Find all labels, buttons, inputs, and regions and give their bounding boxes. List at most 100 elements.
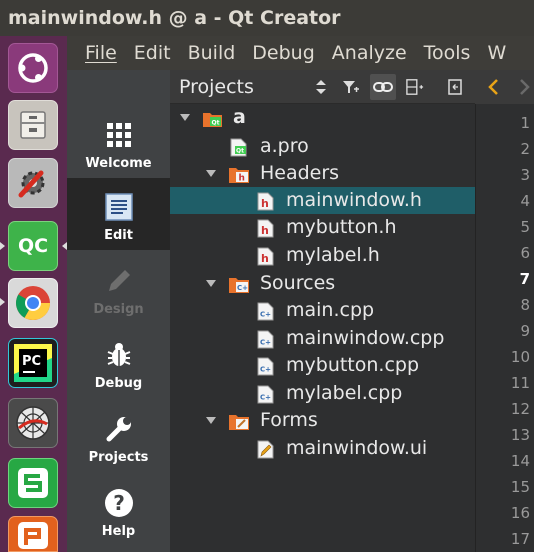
tree-item-file[interactable]: C+ mybutton.cpp xyxy=(170,352,475,379)
chrome-icon[interactable] xyxy=(8,278,58,328)
menu-analyze[interactable]: Analyze xyxy=(332,36,407,70)
sources-folder-icon: C+ xyxy=(229,278,249,293)
line-number: 16 xyxy=(510,504,530,522)
tree-folder-forms[interactable]: Forms xyxy=(170,407,475,434)
header-file-icon: h xyxy=(257,219,274,238)
line-number-current: 7 xyxy=(519,270,530,288)
tree-item-label: a.pro xyxy=(260,135,309,157)
expand-arrow-icon[interactable] xyxy=(206,280,216,287)
window-title-bar[interactable]: mainwindow.h @ a - Qt Creator xyxy=(0,0,534,36)
tree-item-file[interactable]: C+ main.cpp xyxy=(170,297,475,324)
header-file-icon: h xyxy=(257,247,274,266)
project-tree: Qt a Qt a.pro h Headers h mainwindow.h h… xyxy=(170,104,475,552)
editor-toolbar xyxy=(475,70,534,104)
grid-icon xyxy=(104,120,134,150)
line-number: 17 xyxy=(510,530,530,548)
svg-text:C+: C+ xyxy=(237,284,248,292)
document-icon xyxy=(104,192,134,222)
svg-text:Qt: Qt xyxy=(212,120,220,127)
mode-welcome[interactable]: Welcome xyxy=(67,106,170,178)
svg-text:h: h xyxy=(239,174,245,184)
tree-item-file[interactable]: h mybutton.h xyxy=(170,214,475,241)
tree-item-file[interactable]: Qt a.pro xyxy=(170,133,475,160)
menu-window[interactable]: W xyxy=(487,36,506,70)
system-settings-icon[interactable] xyxy=(8,158,58,208)
mode-label: Design xyxy=(93,302,144,317)
mode-label: Edit xyxy=(104,228,133,243)
svg-text:h: h xyxy=(261,252,269,265)
file-cabinet-icon[interactable] xyxy=(8,100,58,150)
line-number: 14 xyxy=(510,452,530,470)
pencil-icon xyxy=(104,266,134,296)
line-number: 15 xyxy=(510,478,530,496)
line-number: 12 xyxy=(510,400,530,418)
tree-item-label: mylabel.cpp xyxy=(286,382,403,404)
mode-label: Projects xyxy=(88,450,149,465)
forms-folder-icon xyxy=(229,415,249,430)
wps-presentation-icon[interactable] xyxy=(8,516,58,552)
ubuntu-dash-icon[interactable] xyxy=(8,43,58,93)
svg-text:C+: C+ xyxy=(260,311,271,319)
menu-build[interactable]: Build xyxy=(188,36,236,70)
running-indicator xyxy=(0,242,5,250)
tree-item-file-selected[interactable]: h mainwindow.h xyxy=(170,187,475,214)
svg-text:PC: PC xyxy=(22,354,41,369)
cpp-file-icon: C+ xyxy=(257,330,274,349)
header-file-icon: h xyxy=(257,192,274,211)
expand-arrow-icon[interactable] xyxy=(180,114,190,121)
forward-arrow-icon[interactable] xyxy=(519,79,531,99)
mode-label: Help xyxy=(101,524,136,539)
ui-file-icon xyxy=(257,440,274,459)
line-number: 2 xyxy=(520,140,530,158)
cpp-file-icon: C+ xyxy=(257,357,274,376)
cpp-file-icon: C+ xyxy=(257,302,274,321)
svg-text:h: h xyxy=(261,197,269,210)
tree-folder-headers[interactable]: h Headers xyxy=(170,160,475,187)
filter-icon[interactable] xyxy=(342,78,360,96)
line-number: 13 xyxy=(510,426,530,444)
mode-label: Welcome xyxy=(85,156,152,171)
projects-view-selector[interactable]: Projects xyxy=(179,70,254,104)
line-number: 3 xyxy=(520,166,530,184)
mode-debug[interactable]: Debug xyxy=(67,326,170,398)
running-indicator xyxy=(0,298,5,306)
close-panel-icon[interactable] xyxy=(446,78,464,96)
mode-projects[interactable]: Projects xyxy=(67,400,170,472)
web-app-icon[interactable] xyxy=(8,398,58,448)
line-number: 10 xyxy=(510,348,530,366)
line-number: 9 xyxy=(520,322,530,340)
line-number: 11 xyxy=(510,374,530,392)
svg-text:h: h xyxy=(261,224,269,237)
menu-edit[interactable]: Edit xyxy=(134,36,171,70)
mode-edit[interactable]: Edit xyxy=(67,178,170,250)
link-icon[interactable] xyxy=(370,74,396,100)
mode-design: Design xyxy=(67,252,170,324)
menu-debug[interactable]: Debug xyxy=(252,36,314,70)
up-down-arrows-icon[interactable] xyxy=(312,78,330,96)
tree-item-file[interactable]: mainwindow.ui xyxy=(170,435,475,462)
svg-text:C+: C+ xyxy=(260,339,271,347)
svg-text:Qt: Qt xyxy=(236,148,244,155)
window-title: mainwindow.h @ a - Qt Creator xyxy=(8,7,341,29)
wps-spreadsheets-icon[interactable] xyxy=(8,458,58,508)
pycharm-icon[interactable]: PC xyxy=(8,338,58,388)
split-icon[interactable] xyxy=(406,78,424,96)
tree-item-file[interactable]: h mylabel.h xyxy=(170,242,475,269)
tree-item-project[interactable]: Qt a xyxy=(170,104,475,131)
tree-item-label: Headers xyxy=(260,162,340,184)
menu-tools[interactable]: Tools xyxy=(424,36,471,70)
expand-arrow-icon[interactable] xyxy=(206,170,216,177)
back-arrow-icon[interactable] xyxy=(487,79,499,99)
tree-folder-sources[interactable]: C+ Sources xyxy=(170,270,475,297)
expand-arrow-icon[interactable] xyxy=(206,417,216,424)
qt-creator-icon[interactable]: QC xyxy=(8,221,58,271)
mode-label: Debug xyxy=(94,376,143,391)
tree-item-file[interactable]: C+ mainwindow.cpp xyxy=(170,325,475,352)
tree-item-label: mybutton.h xyxy=(286,216,397,238)
tree-item-label: Sources xyxy=(260,272,336,294)
mode-help[interactable]: ? Help xyxy=(67,474,170,546)
tree-item-label: mainwindow.h xyxy=(286,189,422,211)
line-number: 1 xyxy=(520,114,530,132)
menu-file[interactable]: File xyxy=(85,36,117,70)
tree-item-file[interactable]: C+ mylabel.cpp xyxy=(170,380,475,407)
